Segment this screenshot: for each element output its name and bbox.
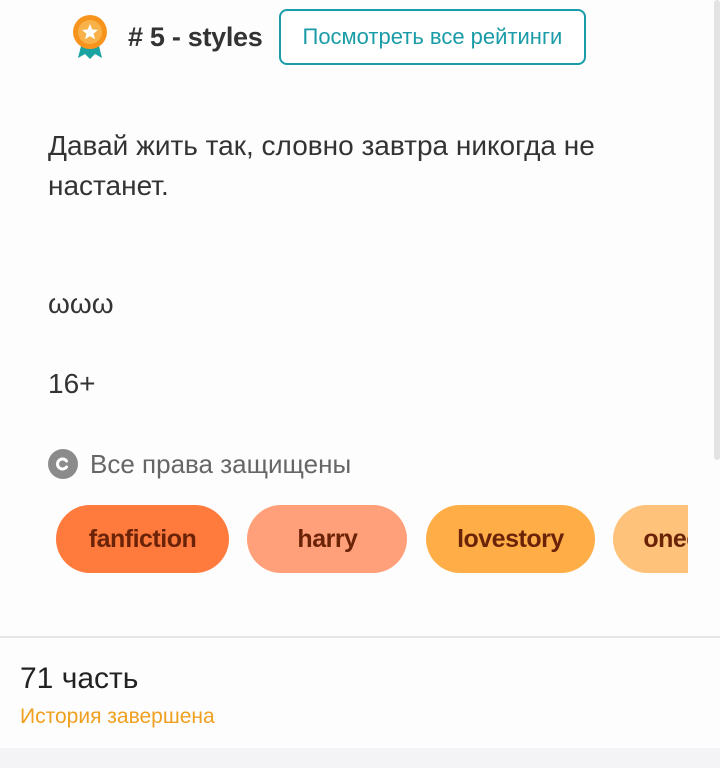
description-extra-line: ωωω [48, 288, 114, 319]
story-details-card: # 5 - styles Посмотреть все рейтинги Дав… [0, 0, 720, 748]
tag-chip[interactable]: fanfiction [56, 505, 229, 573]
copyright-icon [48, 449, 78, 479]
copyright-label: Все права защищены [90, 448, 352, 479]
divider [0, 636, 720, 638]
copyright-row: Все права защищены [48, 446, 351, 482]
ranking-row: # 5 - styles Посмотреть все рейтинги [72, 9, 587, 65]
story-description: Давай жить так, словно завтра никогда не… [48, 130, 595, 201]
view-all-rankings-button[interactable]: Посмотреть все рейтинги [278, 9, 587, 65]
scrollbar[interactable] [714, 0, 720, 460]
parts-count: 71 часть [20, 662, 139, 695]
medal-star-icon [72, 14, 108, 60]
tag-chip[interactable]: onedirection [613, 505, 688, 573]
age-rating: 16+ [48, 368, 96, 399]
story-status: История завершена [20, 705, 215, 728]
tag-chip[interactable]: lovestory [425, 505, 595, 573]
ranking-label: # 5 - styles [128, 21, 263, 52]
tag-chip[interactable]: harry [247, 505, 408, 573]
tag-list: fanfiction harry lovestory onedirection [56, 505, 688, 575]
